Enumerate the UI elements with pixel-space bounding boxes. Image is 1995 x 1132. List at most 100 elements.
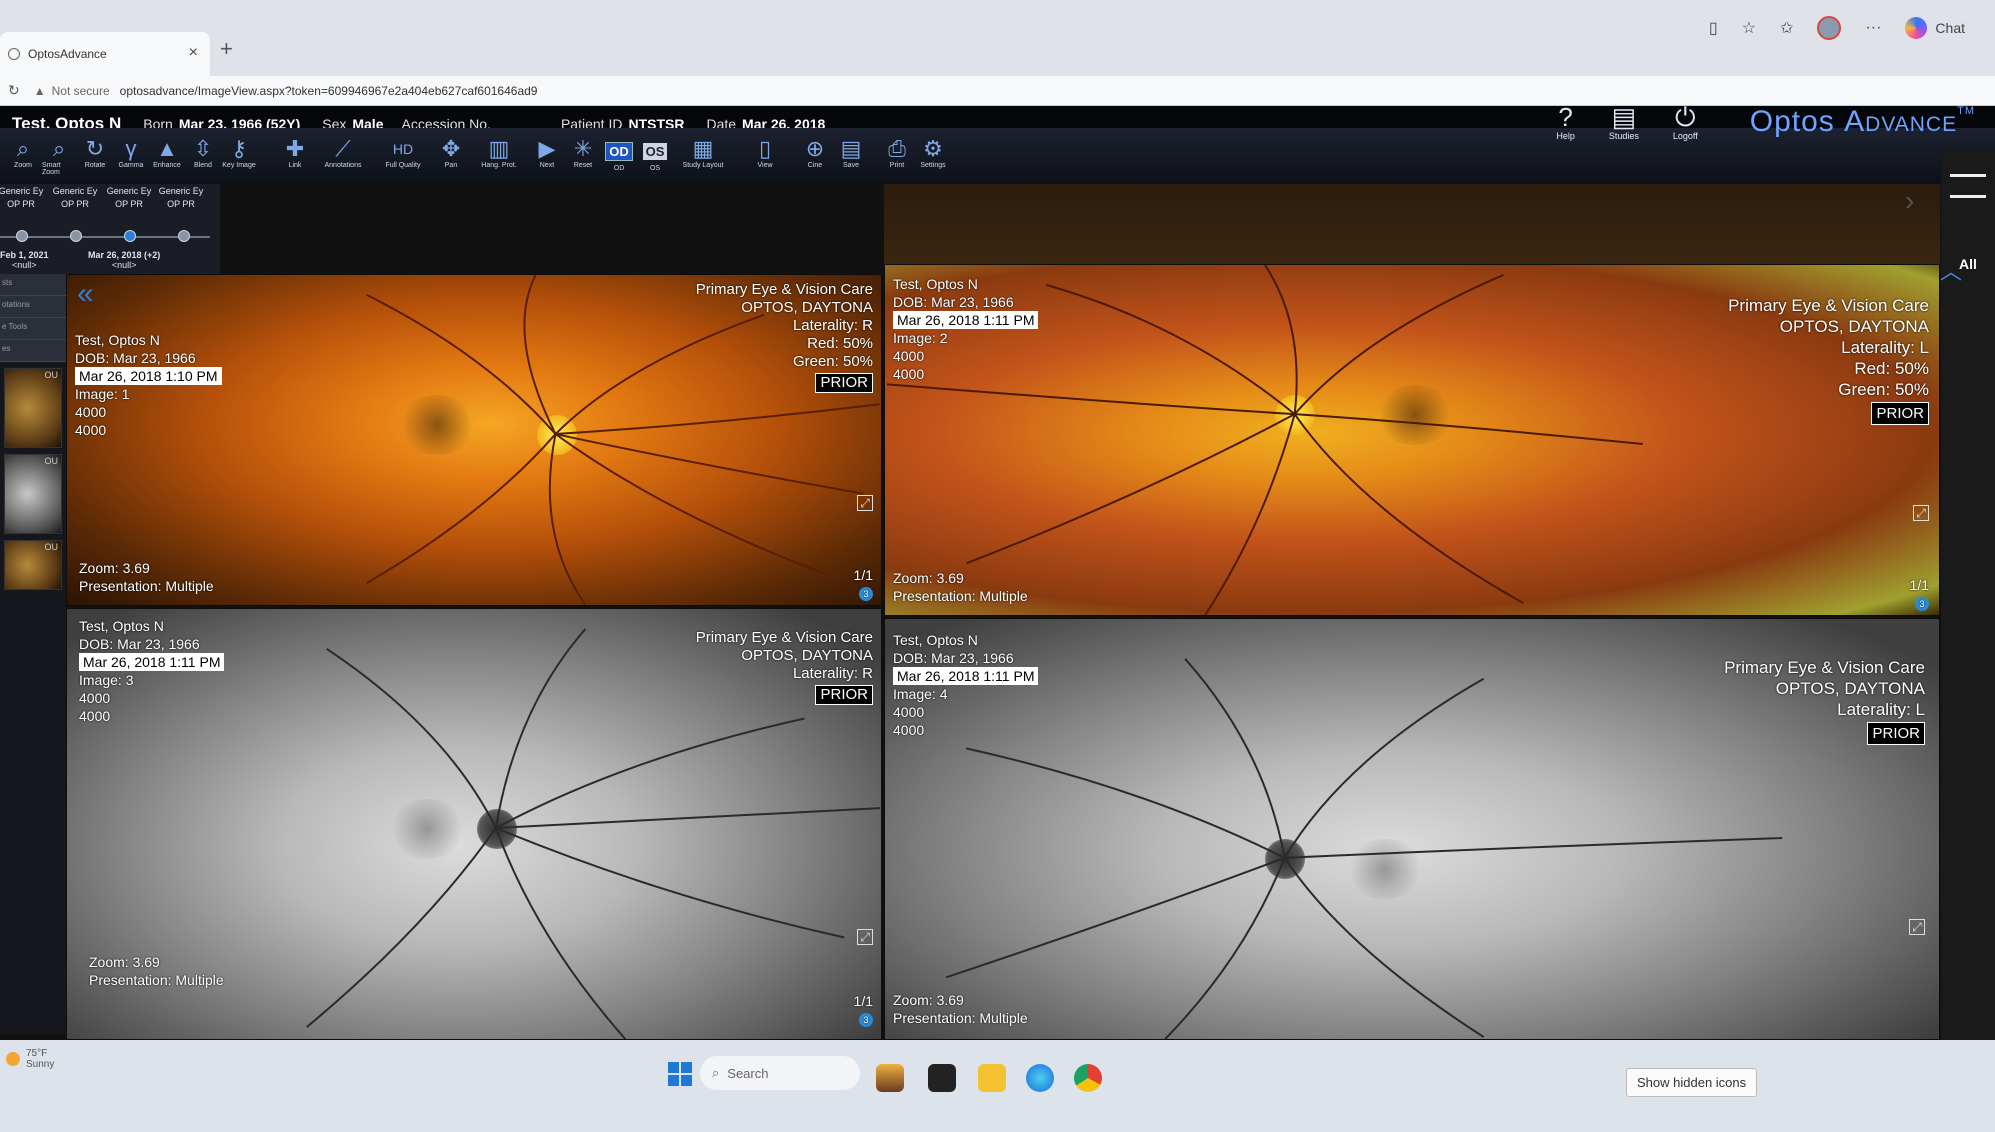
tab-title: OptosAdvance: [28, 47, 107, 61]
reload-icon[interactable]: ↻: [8, 82, 20, 99]
image-info-right: Primary Eye & Vision Care OPTOS, DAYTONA…: [695, 629, 873, 705]
image-info-left: Test, Optos N DOB: Mar 23, 1966 Mar 26, …: [893, 275, 1039, 383]
logoff-button[interactable]: ⏻ Logoff: [1673, 103, 1698, 141]
expand-icon[interactable]: ⤢: [1909, 919, 1925, 935]
settings-button[interactable]: ⚙ Settings: [916, 128, 950, 182]
link-button[interactable]: ✚ Link: [278, 128, 312, 182]
hanging-protocol-icon: ▥: [488, 136, 510, 161]
cine-button[interactable]: ⊕ Cine: [798, 128, 832, 182]
od-button[interactable]: OD OD: [602, 128, 636, 182]
more-options-icon[interactable]: ···: [1865, 19, 1881, 37]
widget-app-icon[interactable]: [876, 1064, 904, 1092]
enhance-button[interactable]: ▲ Enhance: [150, 128, 184, 182]
task-view-icon[interactable]: [928, 1064, 956, 1092]
reset-button[interactable]: ✳ Reset: [566, 128, 600, 182]
favorite-star-icon[interactable]: ☆: [1742, 18, 1756, 38]
link-icon: ✚: [285, 136, 305, 161]
key-icon: ⚷: [230, 136, 248, 161]
thumbnail-color[interactable]: OU: [4, 540, 62, 590]
chevron-right-icon[interactable]: ›: [1905, 185, 1914, 217]
rotate-icon: ↻: [85, 136, 105, 161]
full-quality-button[interactable]: HD Full Quality: [374, 128, 432, 182]
hanging-protocol-button[interactable]: ▥ Hang. Prot.: [470, 128, 528, 182]
chevron-up-icon[interactable]: ︿: [1940, 254, 1962, 286]
view-button[interactable]: ▯ View: [748, 128, 782, 182]
study-timeline: Generic Ey OP PR Generic Ey OP PR Generic …: [0, 184, 220, 274]
chat-label: Chat: [1935, 20, 1965, 36]
thumbnail-color[interactable]: OU: [4, 368, 62, 448]
blend-button[interactable]: ⇳ Blend: [186, 128, 220, 182]
browser-tab[interactable]: OptosAdvance ×: [0, 32, 210, 76]
pan-button[interactable]: ✥ Pan: [434, 128, 468, 182]
rail-tab[interactable]: sts: [0, 274, 66, 296]
show-hidden-icons-tooltip: Show hidden icons: [1626, 1068, 1758, 1097]
double-chevron-left-icon[interactable]: «: [77, 277, 94, 311]
blend-icon: ⇳: [193, 136, 213, 161]
image-info-left: Test, Optos N DOB: Mar 23, 1966 Mar 26, …: [79, 617, 225, 725]
taskbar-search[interactable]: ⌕ Search: [700, 1056, 860, 1090]
image-info-left: Test, Optos N DOB: Mar 23, 1966 Mar 26, …: [893, 631, 1039, 739]
top-band: [884, 184, 1940, 264]
rail-tab[interactable]: e Tools: [0, 318, 66, 340]
timeline-dot[interactable]: [178, 230, 190, 242]
annotation-icon: ⟋: [335, 136, 351, 161]
study-item[interactable]: Generic Ey OP PR: [46, 186, 104, 209]
expand-icon[interactable]: ⤢: [1913, 505, 1929, 521]
viewport-2[interactable]: Test, Optos N DOB: Mar 23, 1966 Mar 26, …: [884, 264, 1940, 616]
print-button[interactable]: ⎙ Print: [880, 128, 914, 182]
timeline-dot[interactable]: [70, 230, 82, 242]
expand-icon[interactable]: ⤢: [857, 929, 873, 945]
timeline-dot-selected[interactable]: [124, 230, 136, 242]
studies-button[interactable]: ▤ Studies: [1609, 103, 1639, 141]
frame-counter: 1/1 3: [853, 567, 873, 601]
study-item[interactable]: Generic Ey OP PR: [100, 186, 158, 209]
save-icon: ▤: [840, 136, 862, 161]
edge-browser-icon[interactable]: [1026, 1064, 1054, 1092]
hamburger-menu-icon[interactable]: [1950, 174, 1986, 198]
smart-zoom-button[interactable]: ⌕ Smart Zoom: [42, 128, 76, 182]
zoom-button[interactable]: ⌕ Zoom: [6, 128, 40, 182]
favorites-icon[interactable]: ✩: [1780, 18, 1793, 38]
viewport-4[interactable]: Test, Optos N DOB: Mar 23, 1966 Mar 26, …: [884, 618, 1940, 1040]
file-explorer-icon[interactable]: [978, 1064, 1006, 1092]
gamma-button[interactable]: γ Gamma: [114, 128, 148, 182]
rail-tab[interactable]: otations: [0, 296, 66, 318]
search-icon: ⌕: [712, 1065, 720, 1080]
new-tab-button[interactable]: +: [220, 36, 233, 62]
rotate-button[interactable]: ↻ Rotate: [78, 128, 112, 182]
image-info-left: Test, Optos N DOB: Mar 23, 1966 Mar 26, …: [75, 331, 222, 439]
thumbnail-gray[interactable]: OU: [4, 454, 62, 534]
profile-avatar[interactable]: [1817, 16, 1842, 40]
os-button[interactable]: OS OS: [638, 128, 672, 182]
reading-view-icon[interactable]: ▯: [1709, 18, 1718, 38]
help-button[interactable]: ? Help: [1556, 103, 1575, 141]
prior-badge: PRIOR: [1867, 722, 1925, 745]
rail-tab[interactable]: es: [0, 340, 66, 362]
image-zoom-info: Zoom: 3.69 Presentation: Multiple: [893, 992, 1028, 1026]
copilot-icon: [1905, 17, 1928, 39]
weather-widget[interactable]: 75°F Sunny: [6, 1048, 54, 1070]
copilot-chat-button[interactable]: Chat: [1905, 17, 1965, 39]
save-button[interactable]: ▤ Save: [834, 128, 868, 182]
study-date-2: Mar 26, 2018 (+2) <null>: [88, 250, 161, 270]
annotations-button[interactable]: ⟋ Annotations: [314, 128, 372, 182]
next-button[interactable]: ▶ Next: [530, 128, 564, 182]
browser-tab-bar: OptosAdvance × + ▯ ☆ ✩ ··· Chat: [0, 0, 1995, 76]
key-image-button[interactable]: ⚷ Key Image: [222, 128, 256, 182]
frame-counter: 1/1 3: [1909, 577, 1929, 611]
expand-icon[interactable]: ⤢: [857, 495, 873, 511]
viewport-3[interactable]: Test, Optos N DOB: Mar 23, 1966 Mar 26, …: [66, 608, 882, 1040]
study-layout-button[interactable]: ▦ Study Layout: [674, 128, 732, 182]
viewport-1[interactable]: « Test, Optos N DOB: Mar 23, 1966 Mar 26…: [66, 274, 882, 606]
study-item[interactable]: Generic Ey OP PR: [152, 186, 210, 209]
timeline-dot[interactable]: [16, 230, 28, 242]
close-tab-icon[interactable]: ×: [189, 44, 198, 62]
studies-icon: ▤: [1611, 102, 1637, 132]
image-zoom-info: Zoom: 3.69 Presentation: Multiple: [89, 954, 224, 988]
smart-zoom-icon: ⌕: [52, 136, 66, 161]
od-toggle: OD: [605, 142, 633, 161]
study-item[interactable]: Generic Ey OP PR: [0, 186, 50, 209]
chrome-browser-icon[interactable]: [1074, 1064, 1102, 1092]
url-text[interactable]: optosadvance/ImageView.aspx?token=609946…: [120, 84, 538, 98]
windows-start-icon[interactable]: [668, 1062, 692, 1086]
